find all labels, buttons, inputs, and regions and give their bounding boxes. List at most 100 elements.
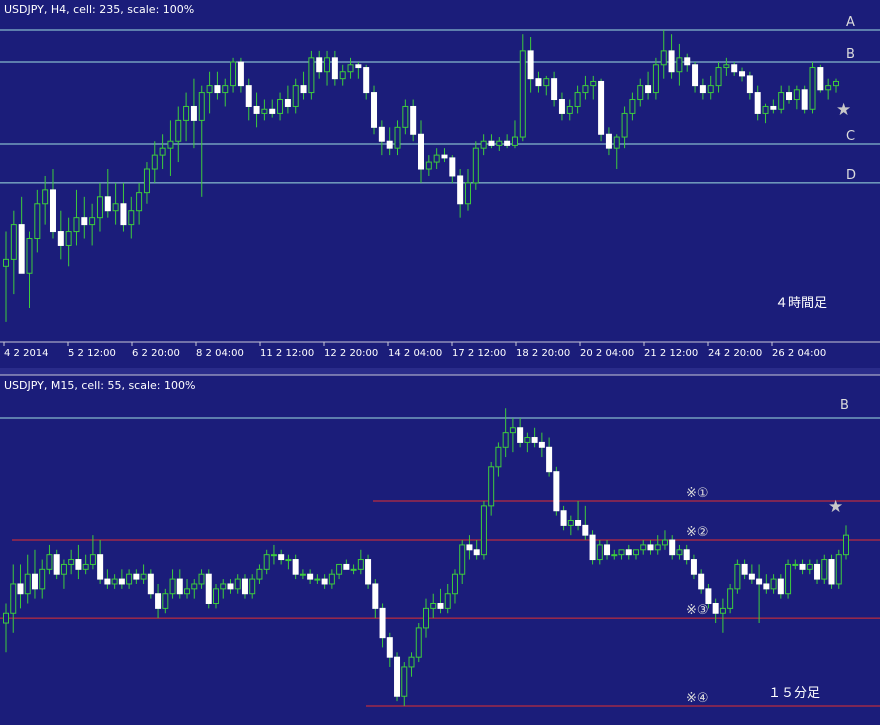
h4-candle-body xyxy=(801,89,808,110)
m15-candle-body xyxy=(633,549,639,556)
h4-candle xyxy=(809,62,816,114)
m15-candle-body xyxy=(184,588,191,595)
h4-candle-body xyxy=(590,80,597,87)
h4-tick-label: 8 2 04:00 xyxy=(196,348,244,359)
h4-candle-body xyxy=(42,189,49,205)
m15-candle-body xyxy=(10,583,17,614)
m15-candle-body xyxy=(466,544,473,551)
h4-candle-body xyxy=(402,105,409,128)
h4-candle-body xyxy=(699,85,706,94)
h4-candle-body xyxy=(527,50,534,80)
h4-candle xyxy=(472,141,479,190)
m15-candle-body xyxy=(162,593,169,609)
m15-candle-body xyxy=(68,559,75,565)
h4-candle-body xyxy=(136,192,143,212)
h4-candle xyxy=(598,78,605,142)
m15-candle-body xyxy=(647,544,654,551)
m15-candle-body xyxy=(256,568,263,580)
m15-candle-body xyxy=(596,544,603,561)
h4-candle-body xyxy=(49,189,56,233)
h4-candle-body xyxy=(269,108,276,114)
h4-tick-label: 5 2 12:00 xyxy=(68,348,116,359)
h4-candle-body xyxy=(371,92,378,128)
m15-candle-body xyxy=(546,446,553,473)
m15-candle-body xyxy=(625,549,632,556)
m15-candle-body xyxy=(502,432,509,448)
m15-candle-body xyxy=(843,534,849,556)
m15-candle-body xyxy=(777,578,784,595)
m15-candle-body xyxy=(227,583,234,590)
m15-candle xyxy=(785,559,792,599)
h4-candle-body xyxy=(464,182,471,205)
m15-candle-body xyxy=(430,602,437,609)
m15-candle-body xyxy=(198,573,205,585)
m15-candle xyxy=(53,549,60,580)
h4-candle-body xyxy=(418,133,424,170)
h4-candle-body xyxy=(582,85,589,94)
h4-candle-body xyxy=(652,64,659,94)
m15-candle-body xyxy=(408,656,415,668)
h4-candle-body xyxy=(754,92,761,114)
m15-candle-body xyxy=(748,573,755,580)
m15-candle-body xyxy=(249,578,256,595)
m15-candle xyxy=(589,530,596,565)
m15-current-star-icon: ★ xyxy=(828,497,843,517)
m15-candle-body xyxy=(82,563,89,570)
h4-candle-body xyxy=(324,57,331,73)
m15-candle-body xyxy=(386,637,393,658)
h4-candle-body xyxy=(770,105,777,110)
h4-candle-body xyxy=(57,231,64,246)
h4-candle-body xyxy=(378,126,385,142)
m15-candle-body xyxy=(459,544,466,575)
h4-candle-body xyxy=(605,133,612,149)
m15-candle-body xyxy=(191,583,198,590)
m15-candle xyxy=(415,623,422,663)
h4-candle-body xyxy=(151,154,158,170)
h4-candle-body xyxy=(167,140,174,149)
h4-candle xyxy=(371,85,378,135)
m15-candle-body xyxy=(785,563,792,595)
h4-candle-body xyxy=(825,85,832,91)
h4-candle-body xyxy=(65,231,72,246)
m15-candle-body xyxy=(415,627,422,658)
h4-tick-label: 12 2 20:00 xyxy=(324,348,378,359)
h4-candle-body xyxy=(535,78,542,87)
h4-candle-body xyxy=(355,64,362,69)
h4-candle-body xyxy=(707,85,714,94)
m15-panel xyxy=(0,376,880,725)
m15-candle-body xyxy=(705,588,712,604)
h4-candle-body xyxy=(183,105,190,121)
panel-separator xyxy=(0,368,880,375)
m15-candle-body xyxy=(401,666,408,697)
m15-candle-body xyxy=(89,554,96,565)
h4-panel xyxy=(0,0,880,368)
m15-level-label-3: ※② xyxy=(686,525,709,540)
m15-candle-body xyxy=(734,563,741,590)
h4-candle-body xyxy=(574,92,581,107)
m15-candle-body xyxy=(39,568,46,590)
m15-candle-body xyxy=(690,559,697,575)
m15-candle-body xyxy=(24,573,31,595)
m15-candle-body xyxy=(350,568,357,571)
h4-candle-body xyxy=(112,203,119,212)
h4-candle-body xyxy=(206,85,213,94)
m15-candle-body xyxy=(560,510,567,526)
m15-candle-body xyxy=(473,549,480,556)
h4-level-label-b: B xyxy=(846,47,855,62)
m15-candle-body xyxy=(285,559,292,562)
h4-candle-body xyxy=(833,80,839,87)
m15-candle-body xyxy=(270,554,277,557)
h4-candle-body xyxy=(723,64,730,69)
h4-candle-body xyxy=(668,50,675,73)
h4-candle-body xyxy=(18,224,25,274)
h4-current-star-icon: ★ xyxy=(836,100,851,120)
h4-candle-body xyxy=(433,154,440,163)
m15-candle-body xyxy=(495,446,502,468)
m15-candle xyxy=(835,549,842,589)
chart-canvas: A B C D 4 2 2014 5 2 12:00 6 2 20:00 8 2 04:00… xyxy=(0,0,880,725)
m15-candle-body xyxy=(480,505,487,556)
h4-candle-body xyxy=(237,61,244,87)
m15-candle-body xyxy=(806,563,813,570)
h4-candle-body xyxy=(715,67,722,87)
m15-candle-body xyxy=(509,427,516,434)
